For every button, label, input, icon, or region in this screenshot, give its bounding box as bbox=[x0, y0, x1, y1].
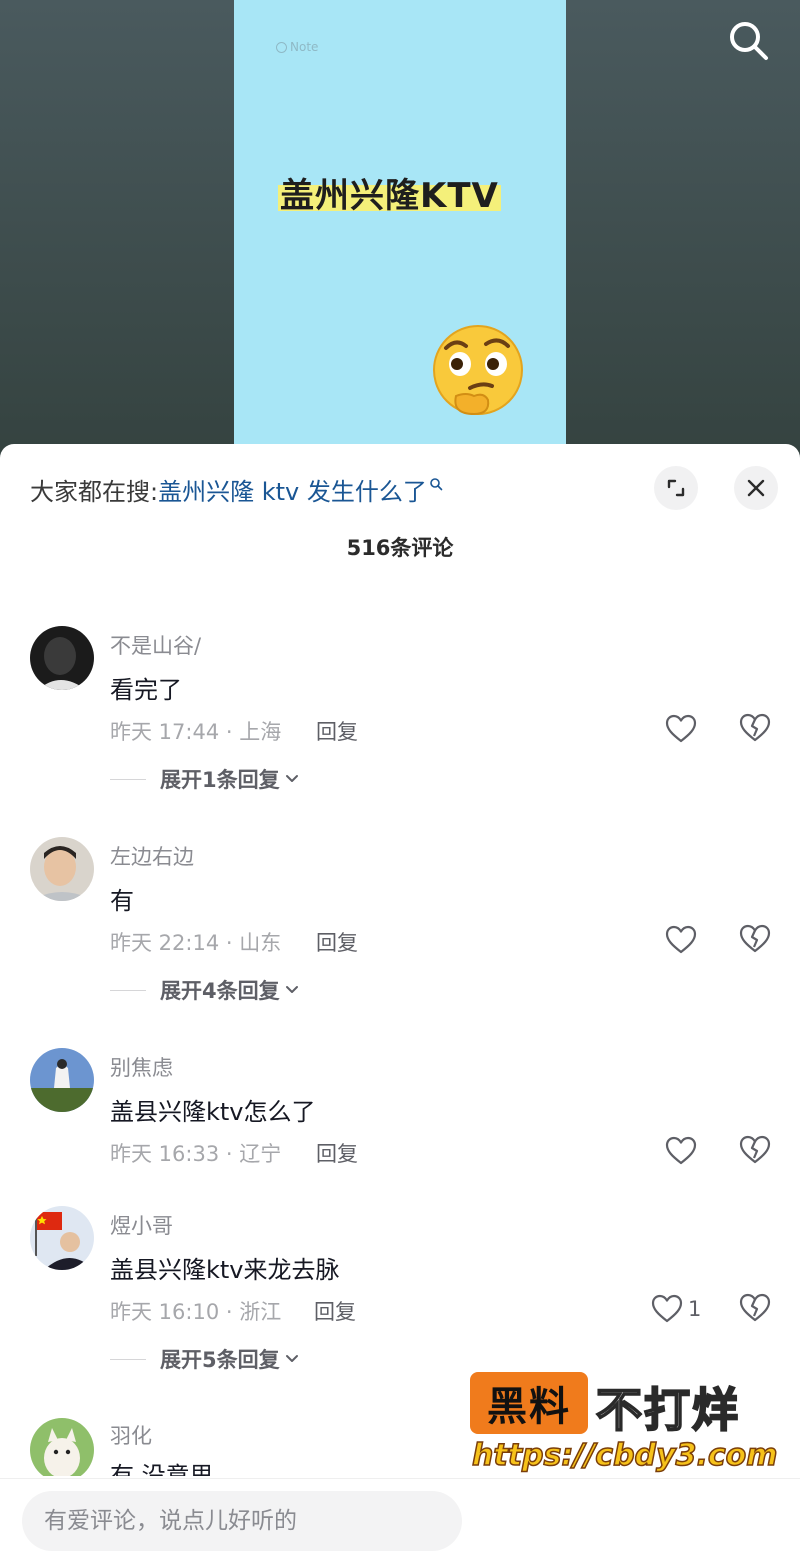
comment-input[interactable] bbox=[22, 1491, 462, 1551]
search-icon bbox=[430, 477, 443, 490]
hot-search-bar: 大家都在搜: 盖州兴隆 ktv 发生什么了 bbox=[30, 472, 443, 507]
divider bbox=[110, 1358, 146, 1360]
comment-meta: 昨天 22:14 · 山东 bbox=[110, 931, 282, 955]
comment-text: 有 没意思 bbox=[110, 1462, 214, 1476]
expand-replies-label: 展开1条回复 bbox=[160, 768, 280, 792]
avatar[interactable] bbox=[30, 1206, 94, 1270]
comment-count: 516条评论 bbox=[346, 536, 454, 560]
like-count: 1 bbox=[688, 1297, 702, 1321]
comment-text: 盖县兴隆ktv怎么了 bbox=[110, 1098, 316, 1126]
comment-text: 有 bbox=[110, 887, 134, 915]
avatar[interactable] bbox=[30, 1048, 94, 1112]
comment-username[interactable]: 左边右边 bbox=[110, 841, 194, 871]
watermark-url: https://cbdy3.com bbox=[471, 1437, 778, 1474]
comment-meta: 昨天 16:10 · 浙江 bbox=[110, 1300, 282, 1324]
comment-username[interactable]: 煜小哥 bbox=[110, 1210, 173, 1240]
video-frame: Note 盖州兴隆KTV bbox=[234, 0, 566, 470]
dislike-button[interactable] bbox=[738, 1134, 772, 1168]
comment-username[interactable]: 不是山谷/ bbox=[110, 630, 201, 660]
expand-icon bbox=[667, 479, 685, 497]
expand-replies-button[interactable]: 展开4条回复 bbox=[110, 975, 300, 1005]
comment-username[interactable]: 别焦虑 bbox=[110, 1052, 173, 1082]
comment-text: 看完了 bbox=[110, 676, 182, 704]
broken-heart-icon bbox=[739, 924, 771, 953]
broken-heart-icon bbox=[739, 1293, 771, 1322]
reply-button[interactable]: 回复 bbox=[314, 1296, 356, 1326]
avatar[interactable] bbox=[30, 837, 94, 901]
avatar-image bbox=[30, 1418, 94, 1476]
hot-search-link[interactable]: 盖州兴隆 ktv 发生什么了 bbox=[158, 472, 427, 507]
note-icon bbox=[276, 41, 287, 53]
avatar-image bbox=[30, 1206, 94, 1270]
comment-username[interactable]: 羽化 bbox=[110, 1420, 152, 1450]
divider bbox=[110, 778, 146, 780]
heart-icon bbox=[665, 925, 697, 954]
expand-replies-label: 展开5条回复 bbox=[160, 1348, 280, 1372]
search-button[interactable] bbox=[726, 18, 772, 64]
dislike-button[interactable] bbox=[738, 712, 772, 746]
like-button[interactable] bbox=[664, 1134, 702, 1168]
dislike-button[interactable] bbox=[738, 923, 772, 957]
like-button[interactable]: 1 bbox=[650, 1292, 701, 1326]
expand-replies-button[interactable]: 展开1条回复 bbox=[110, 764, 300, 794]
dislike-button[interactable] bbox=[738, 1292, 772, 1326]
note-text: Note bbox=[290, 40, 319, 54]
expand-replies-button[interactable]: 展开5条回复 bbox=[110, 1344, 300, 1374]
comment-panel: 大家都在搜: 盖州兴隆 ktv 发生什么了 516条评论 不是山谷/ 看完了 昨… bbox=[0, 444, 800, 1521]
expand-button[interactable] bbox=[654, 466, 698, 510]
close-icon bbox=[747, 479, 765, 497]
video-player[interactable]: Note 盖州兴隆KTV bbox=[0, 0, 800, 470]
watermark: 黑料 不打烊 https://cbdy3.com bbox=[468, 1370, 778, 1490]
expand-replies-label: 展开4条回复 bbox=[160, 979, 280, 1003]
broken-heart-icon bbox=[739, 713, 771, 742]
thinking-face-icon bbox=[433, 325, 523, 416]
comment-meta: 昨天 16:33 · 辽宁 bbox=[110, 1142, 282, 1166]
chevron-down-icon bbox=[285, 775, 298, 782]
watermark-tagline: 不打烊 bbox=[595, 1382, 740, 1438]
avatar-image bbox=[30, 626, 94, 690]
divider bbox=[110, 989, 146, 991]
reply-button[interactable]: 回复 bbox=[316, 716, 358, 746]
heart-icon bbox=[651, 1294, 683, 1323]
avatar[interactable] bbox=[30, 626, 94, 690]
chevron-down-icon bbox=[285, 986, 298, 993]
close-button[interactable] bbox=[734, 466, 778, 510]
comment-input-bar bbox=[0, 1478, 800, 1551]
hot-search-prefix: 大家都在搜: bbox=[30, 478, 159, 506]
avatar-image bbox=[30, 837, 94, 901]
like-button[interactable] bbox=[664, 923, 702, 957]
heart-icon bbox=[665, 714, 697, 743]
like-button[interactable] bbox=[664, 712, 702, 746]
chevron-down-icon bbox=[285, 1355, 298, 1362]
avatar-image bbox=[30, 1048, 94, 1112]
reply-button[interactable]: 回复 bbox=[316, 1138, 358, 1168]
comment-text: 盖县兴隆ktv来龙去脉 bbox=[110, 1256, 340, 1284]
watermark-badge: 黑料 bbox=[470, 1372, 588, 1434]
note-label: Note bbox=[276, 40, 318, 54]
heart-icon bbox=[665, 1136, 697, 1165]
reply-button[interactable]: 回复 bbox=[316, 927, 358, 957]
comment-meta: 昨天 17:44 · 上海 bbox=[110, 720, 282, 744]
avatar[interactable] bbox=[30, 1418, 94, 1476]
broken-heart-icon bbox=[739, 1135, 771, 1164]
video-title: 盖州兴隆KTV bbox=[278, 168, 501, 217]
search-icon bbox=[730, 22, 768, 60]
